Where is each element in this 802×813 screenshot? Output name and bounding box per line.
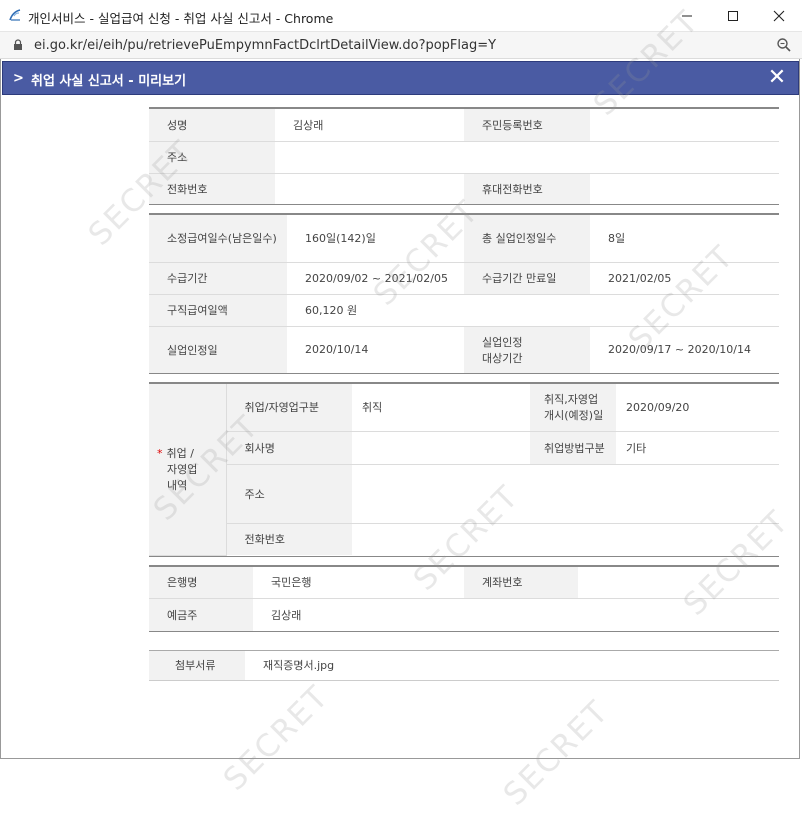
close-icon [773, 10, 785, 22]
maximize-icon [728, 11, 738, 21]
total-days-label: 총 실업인정일수 [464, 215, 590, 263]
window-close-button[interactable] [756, 0, 802, 32]
employment-label-line3: 내역 [167, 479, 188, 493]
employment-label-line1: 취업 / [166, 447, 194, 461]
holder-label: 예금주 [149, 598, 253, 631]
bank-section: 은행명 국민은행 계좌번호 예금주 김상래 [149, 564, 779, 632]
company-label: 회사명 [226, 431, 352, 465]
account-label: 계좌번호 [464, 566, 578, 599]
account-value [578, 566, 779, 599]
url-text[interactable]: ei.go.kr/ei/eih/pu/retrievePuEmpymnFactD… [34, 38, 496, 53]
personal-info-section: 성명 김상래 주민등록번호 주소 전화번호 휴대전화번호 [149, 107, 779, 205]
emp-start-label-line1: 취직,자영업 [544, 393, 599, 407]
bank-name-value: 국민은행 [253, 566, 464, 599]
phone-label: 전화번호 [149, 173, 275, 204]
period-end-value: 2021/02/05 [590, 262, 779, 295]
emp-start-value: 2020/09/20 [616, 384, 779, 432]
employment-section-label: * 취업 / 자영업 내역 [149, 384, 227, 556]
window-title: 개인서비스 - 실업급여 신청 - 취업 사실 신고서 - Chrome [28, 11, 334, 26]
period-end-label: 수급기간 만료일 [464, 262, 590, 295]
benefit-days-label: 소정급여일수(남은일수) [149, 215, 287, 263]
emp-phone-value [352, 523, 779, 555]
period-value: 2020/09/02 ~ 2021/02/05 [287, 262, 464, 295]
attachment-file-link[interactable]: 재직증명서.jpg [245, 651, 779, 680]
minimize-icon [682, 15, 692, 17]
cert-period-label-line1: 실업인정 [482, 335, 523, 349]
required-mark: * [157, 447, 163, 461]
report-form: 성명 김상래 주민등록번호 주소 전화번호 휴대전화번호 소정급여일수(남은일수… [149, 107, 779, 681]
minimize-button[interactable] [664, 0, 710, 32]
name-value: 김상래 [275, 109, 464, 142]
popup-title: 취업 사실 신고서 - 미리보기 [31, 74, 187, 89]
employment-label-line2: 자영업 [167, 463, 198, 477]
benefit-days-value: 160일(142)일 [287, 215, 464, 263]
emp-method-label: 취업방법구분 [530, 431, 616, 465]
emp-address-value [352, 464, 779, 524]
mobile-label: 휴대전화번호 [464, 173, 590, 204]
name-label: 성명 [149, 109, 275, 142]
cert-period-value: 2020/09/17 ~ 2020/10/14 [608, 343, 752, 357]
cert-period-label: 실업인정 대상기간 [464, 326, 590, 373]
lock-icon [14, 39, 22, 50]
secret-watermark: SECRET [496, 693, 617, 813]
cert-date-value: 2020/10/14 [305, 343, 369, 357]
emp-start-label: 취직,자영업 개시(예정)일 [530, 384, 616, 432]
rrn-label: 주민등록번호 [464, 109, 590, 142]
benefit-info-section: 소정급여일수(남은일수) 160일(142)일 총 실업인정일수 8일 수급기간… [149, 213, 779, 374]
company-value [352, 431, 530, 465]
bank-name-label: 은행명 [149, 566, 253, 599]
total-days-value: 8일 [590, 215, 779, 263]
employment-section: * 취업 / 자영업 내역 취업/자영업구분 취직 취직,자영업 개시(예정)일 … [149, 382, 779, 557]
attachment-section: 첨부서류 재직증명서.jpg [149, 649, 779, 681]
emp-method-value: 기타 [616, 431, 779, 465]
popup-header: > 취업 사실 신고서 - 미리보기 ✕ [2, 61, 799, 95]
period-label: 수급기간 [149, 262, 287, 295]
address-value [275, 141, 779, 174]
secret-watermark: SECRET [216, 678, 337, 798]
phone-value [275, 173, 464, 204]
chevron-right-icon: > [13, 71, 24, 86]
browser-title-bar: 개인서비스 - 실업급여 신청 - 취업 사실 신고서 - Chrome [0, 0, 802, 32]
emp-type-label: 취업/자영업구분 [226, 384, 352, 432]
app-logo-icon [9, 9, 21, 21]
popup-close-icon[interactable]: ✕ [766, 66, 788, 90]
emp-type-value: 취직 [352, 384, 530, 432]
emp-address-label: 주소 [226, 464, 352, 524]
holder-value: 김상래 [271, 608, 302, 622]
maximize-button[interactable] [710, 0, 756, 32]
address-label: 주소 [149, 141, 275, 174]
address-bar: ei.go.kr/ei/eih/pu/retrievePuEmpymnFactD… [0, 32, 802, 59]
emp-phone-label: 전화번호 [226, 523, 352, 555]
rrn-value [590, 109, 779, 142]
cert-date-label: 실업인정일 [149, 326, 287, 373]
attachment-label: 첨부서류 [149, 650, 245, 680]
daily-amount-value: 60,120 원 [287, 294, 779, 327]
zoom-icon[interactable] [776, 37, 792, 53]
mobile-value [590, 173, 779, 204]
daily-amount-label: 구직급여일액 [149, 294, 287, 327]
emp-start-label-line2: 개시(예정)일 [544, 409, 604, 423]
cert-period-label-line2: 대상기간 [482, 351, 523, 365]
